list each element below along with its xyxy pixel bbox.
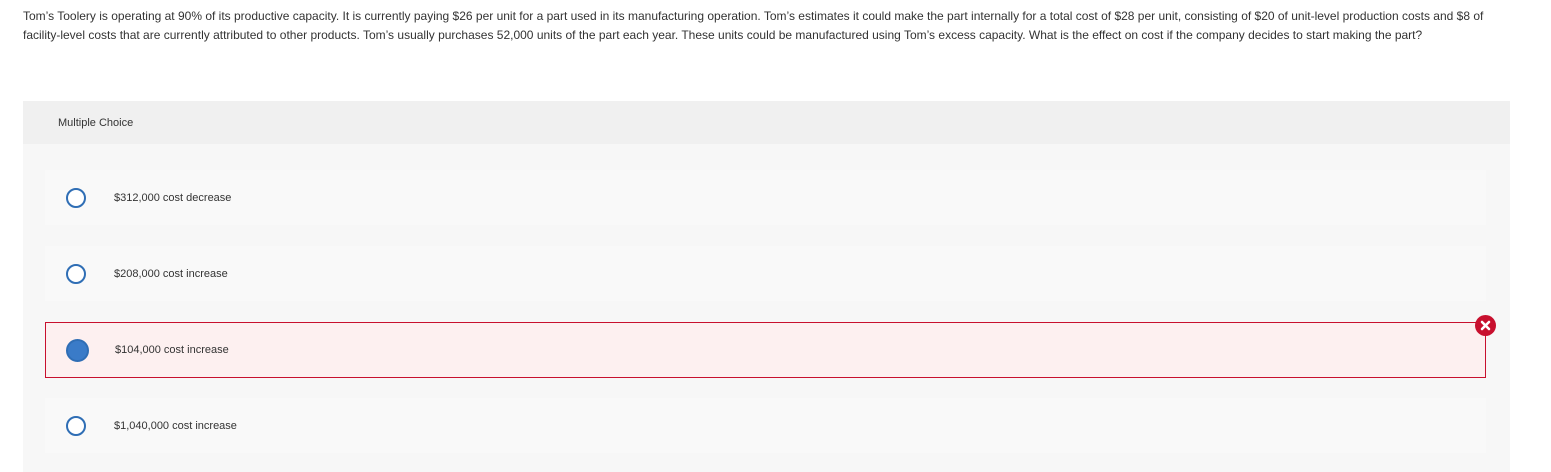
choice-option-4[interactable]: $1,040,000 cost increase	[45, 398, 1486, 453]
panel-header-label: Multiple Choice	[58, 116, 134, 129]
radio-button[interactable]	[66, 187, 86, 208]
panel-header: Multiple Choice	[23, 101, 1510, 144]
radio-button-selected[interactable]	[66, 338, 89, 362]
choice-label: $104,000 cost increase	[115, 344, 229, 356]
choice-label: $1,040,000 cost increase	[114, 419, 237, 432]
incorrect-x-icon	[1475, 315, 1496, 336]
choice-option-2[interactable]: $208,000 cost increase	[45, 246, 1486, 301]
choice-label: $208,000 cost increase	[114, 267, 228, 280]
choice-label: $312,000 cost decrease	[114, 191, 232, 204]
radio-button[interactable]	[66, 263, 86, 284]
choice-option-3[interactable]: $104,000 cost increase	[45, 315, 1496, 378]
choice-option-1[interactable]: $312,000 cost decrease	[45, 170, 1486, 225]
multiple-choice-panel: Multiple Choice $312,000 cost decrease $…	[23, 101, 1510, 472]
question-text: Tom’s Toolery is operating at 90% of its…	[23, 9, 1484, 42]
radio-button[interactable]	[66, 415, 86, 436]
